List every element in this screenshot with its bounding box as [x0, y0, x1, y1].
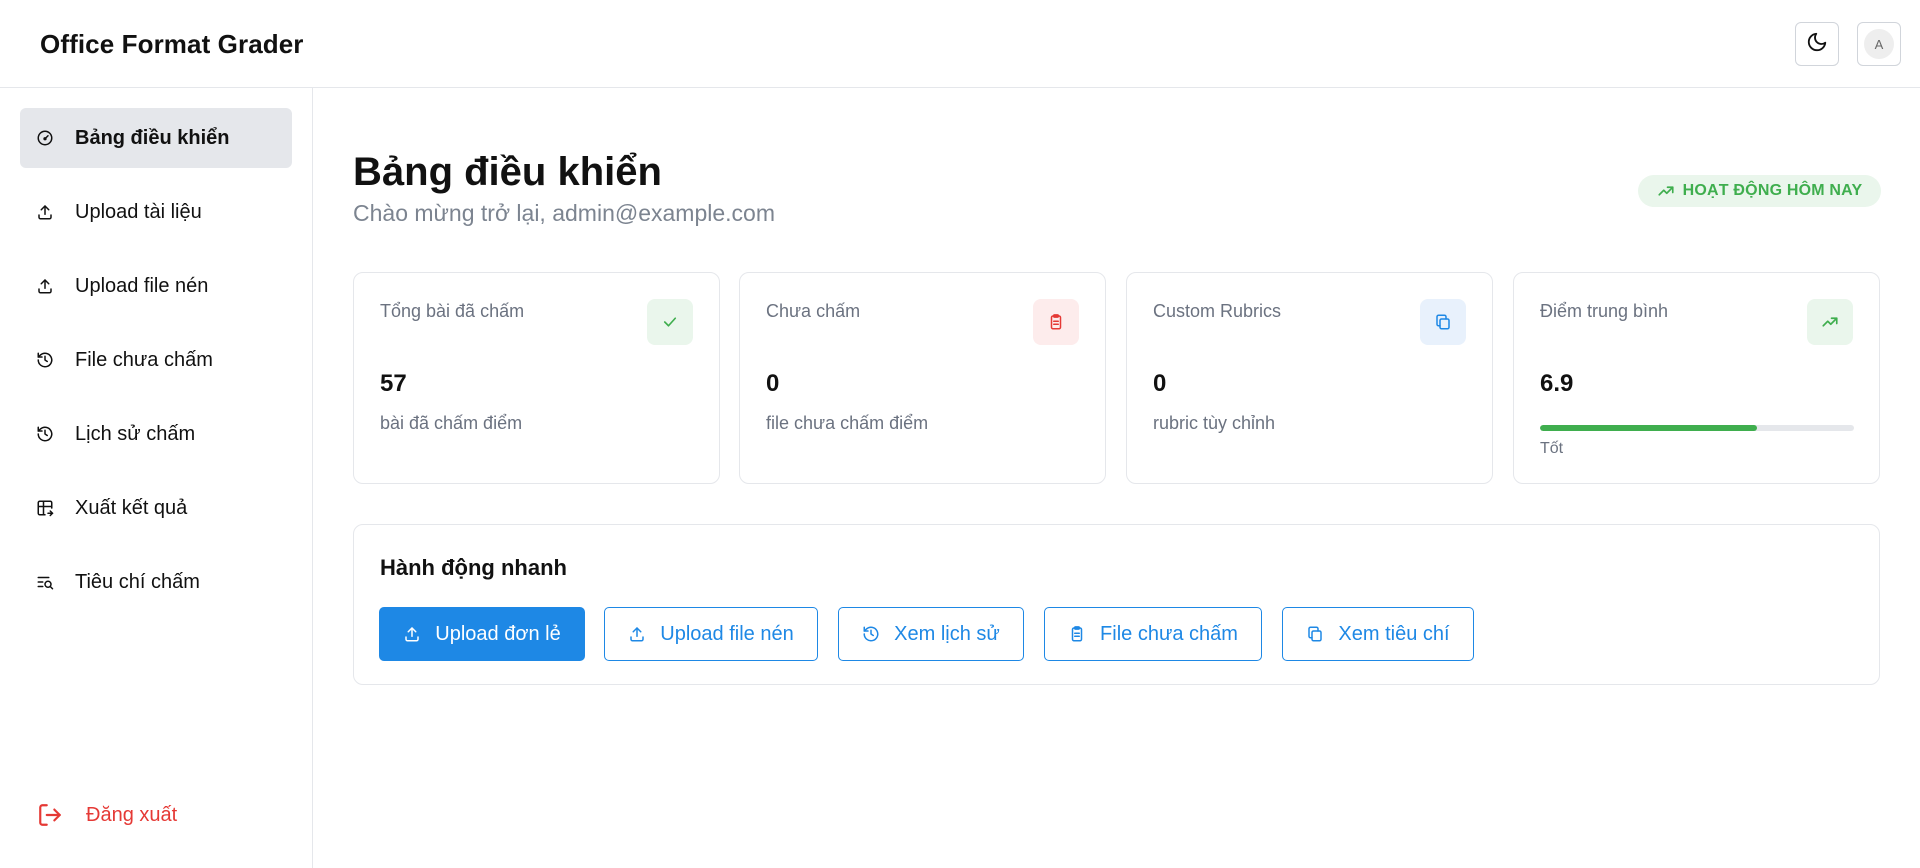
sidebar-item-label: Tiêu chí chấm	[75, 570, 200, 593]
sidebar-item-label: File chưa chấm	[75, 348, 213, 371]
activity-today-badge: HOẠT ĐỘNG HÔM NAY	[1638, 175, 1881, 207]
view-history-button[interactable]: Xem lịch sử	[838, 607, 1024, 661]
progress-caption: Tốt	[1540, 440, 1564, 457]
app-title: Office Format Grader	[40, 29, 304, 59]
average-score-progress-bar	[1540, 425, 1854, 431]
sidebar-item-upload-archive[interactable]: Upload file nén	[20, 256, 292, 316]
quick-actions-panel: Hành động nhanh Upload đơn lẻ Upload fil…	[353, 524, 1880, 685]
upload-archive-button[interactable]: Upload file nén	[604, 607, 818, 661]
sidebar-item-dashboard[interactable]: Bảng điều khiển	[20, 108, 292, 168]
stat-label: Tổng bài đã chấm	[380, 301, 525, 321]
button-label: Upload file nén	[660, 622, 794, 645]
sidebar-item-label: Upload file nén	[75, 274, 209, 297]
clipboard-icon	[1068, 625, 1086, 643]
stat-label: Điểm trung bình	[1540, 301, 1669, 321]
stat-card-custom-rubrics: Custom Rubrics 0 rubric tùy chỉnh	[1126, 272, 1493, 484]
stat-value: 57	[380, 370, 407, 397]
stat-label: Chưa chấm	[766, 301, 861, 321]
sidebar-item-grading-history[interactable]: Lịch sử chấm	[20, 404, 292, 464]
logout-label: Đăng xuất	[86, 803, 178, 826]
upload-single-button[interactable]: Upload đơn lẻ	[379, 607, 585, 661]
logout-icon	[36, 801, 64, 829]
stat-description: file chưa chấm điểm	[766, 413, 929, 433]
stat-label: Custom Rubrics	[1153, 301, 1282, 321]
page-title: Bảng điều khiển	[353, 150, 662, 194]
user-menu-button[interactable]: A	[1857, 22, 1901, 66]
button-label: Upload đơn lẻ	[435, 622, 561, 645]
sidebar-item-export-results[interactable]: Xuất kết quả	[20, 478, 292, 538]
stat-description: bài đã chấm điểm	[380, 413, 523, 433]
upload-icon	[403, 625, 421, 643]
copy-icon	[1420, 299, 1466, 345]
list-search-icon	[35, 572, 55, 592]
quick-actions-title: Hành động nhanh	[380, 555, 567, 580]
progress-fill	[1540, 425, 1757, 431]
stat-value: 0	[1153, 370, 1167, 397]
view-criteria-button[interactable]: Xem tiêu chí	[1282, 607, 1474, 661]
activity-badge-label: HOẠT ĐỘNG HÔM NAY	[1682, 182, 1863, 199]
stat-description: rubric tùy chỉnh	[1153, 413, 1276, 433]
avatar: A	[1864, 29, 1894, 59]
sidebar-item-upload-document[interactable]: Upload tài liệu	[20, 182, 292, 242]
trending-up-icon	[1657, 182, 1675, 200]
logout-button[interactable]: Đăng xuất	[36, 801, 177, 829]
history-icon	[35, 350, 55, 370]
stat-value: 0	[766, 370, 780, 397]
button-label: Xem lịch sử	[894, 622, 1000, 645]
sidebar: Bảng điều khiển Upload tài liệu Upload f…	[0, 88, 313, 868]
top-bar: Office Format Grader A	[0, 0, 1920, 88]
history-icon	[35, 424, 55, 444]
table-export-icon	[35, 498, 55, 518]
history-icon	[862, 625, 880, 643]
upload-icon	[35, 202, 55, 222]
ungraded-files-button[interactable]: File chưa chấm	[1044, 607, 1262, 661]
sidebar-item-label: Upload tài liệu	[75, 200, 202, 223]
stat-card-ungraded: Chưa chấm 0 file chưa chấm điểm	[739, 272, 1106, 484]
moon-icon	[1806, 31, 1828, 58]
button-label: Xem tiêu chí	[1338, 622, 1450, 645]
upload-icon	[628, 625, 646, 643]
stat-card-total-graded: Tổng bài đã chấm 57 bài đã chấm điểm	[353, 272, 720, 484]
sidebar-item-label: Bảng điều khiển	[75, 126, 230, 149]
dashboard-gauge-icon	[35, 128, 55, 148]
copy-icon	[1306, 625, 1324, 643]
clipboard-icon	[1033, 299, 1079, 345]
sidebar-item-label: Lịch sử chấm	[75, 422, 196, 445]
check-icon	[647, 299, 693, 345]
button-label: File chưa chấm	[1100, 622, 1238, 645]
upload-icon	[35, 276, 55, 296]
stat-card-average-score: Điểm trung bình 6.9 Tốt	[1513, 272, 1880, 484]
theme-toggle-button[interactable]	[1795, 22, 1839, 66]
sidebar-item-label: Xuất kết quả	[75, 496, 188, 519]
stat-value: 6.9	[1540, 370, 1574, 397]
sidebar-item-ungraded-files[interactable]: File chưa chấm	[20, 330, 292, 390]
sidebar-item-grading-criteria[interactable]: Tiêu chí chấm	[20, 552, 292, 612]
page-subtitle: Chào mừng trở lại, admin@example.com	[353, 200, 775, 226]
trending-up-icon	[1807, 299, 1853, 345]
